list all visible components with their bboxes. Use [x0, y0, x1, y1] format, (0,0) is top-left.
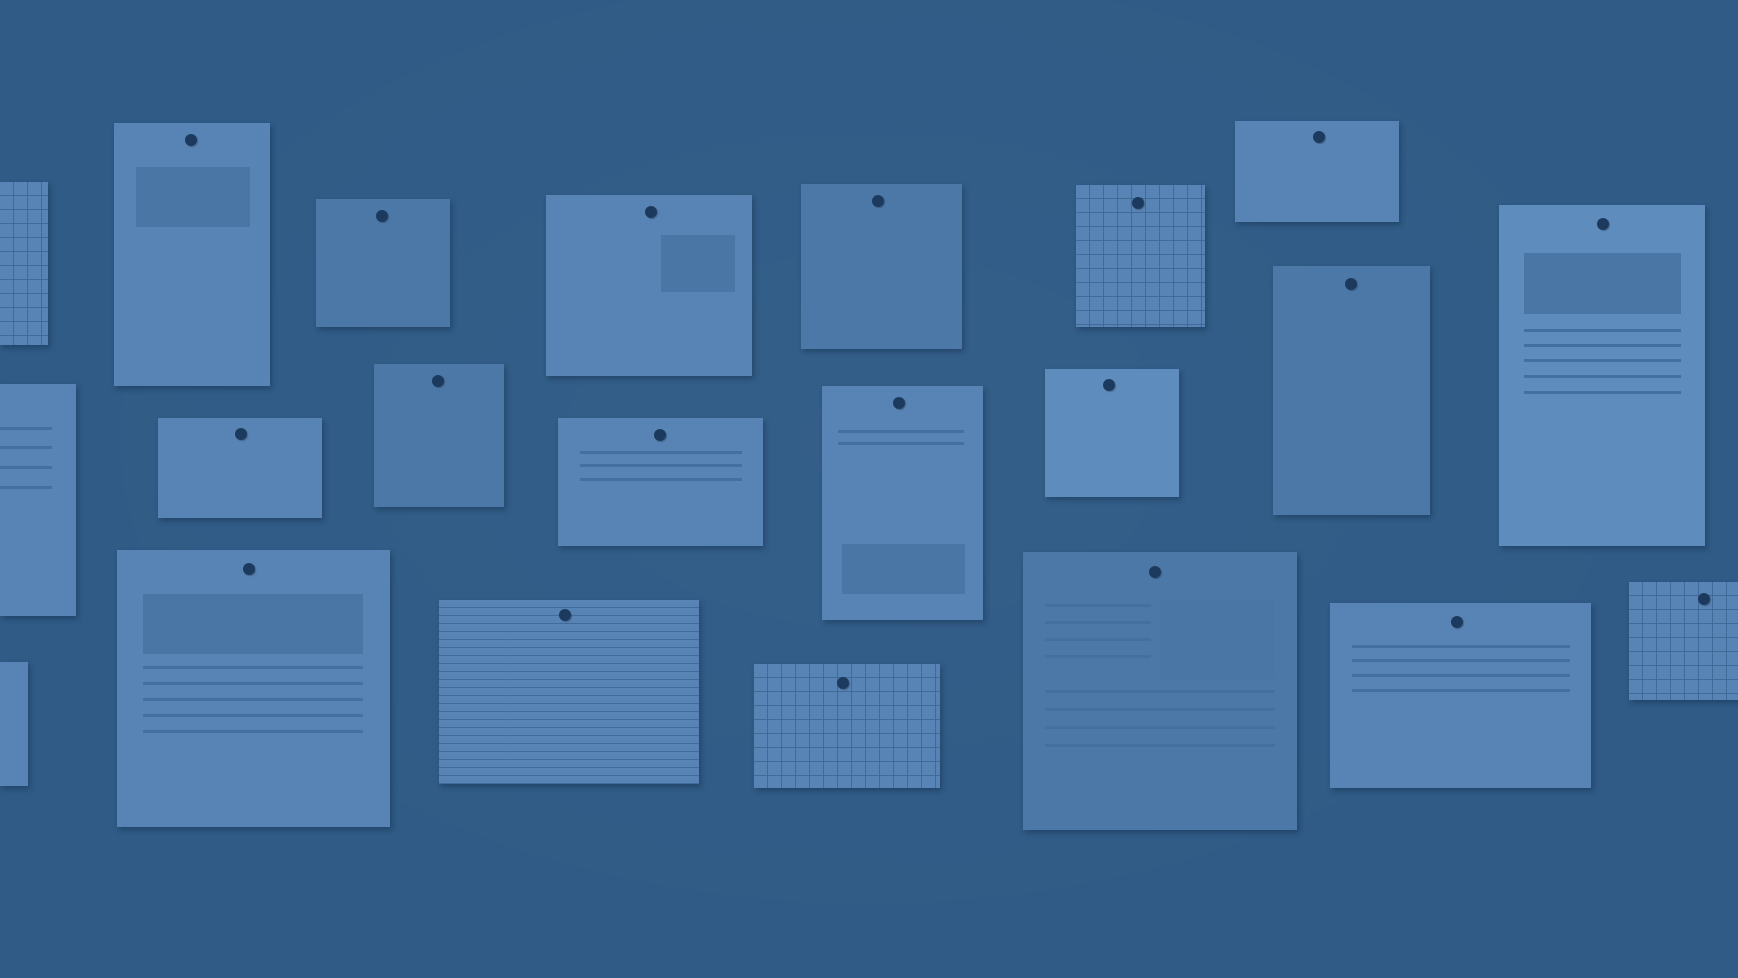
note-document-right — [1499, 205, 1705, 546]
pushpin-icon — [1149, 566, 1161, 578]
pushpin-icon — [243, 563, 255, 575]
pushpin-icon — [893, 397, 905, 409]
pushpin-icon — [432, 375, 444, 387]
note-plain-square — [801, 184, 962, 349]
pushpin-icon — [1132, 197, 1144, 209]
pushpin-icon — [645, 206, 657, 218]
pushpin-icon — [872, 195, 884, 207]
pushpin-icon — [1313, 131, 1325, 143]
pushpin-icon — [1345, 278, 1357, 290]
pushpin-icon — [185, 134, 197, 146]
pushpin-icon — [654, 429, 666, 441]
note-grid-right-edge — [1629, 582, 1738, 700]
note-document-dark — [1023, 552, 1297, 830]
pushpin-icon — [1451, 616, 1463, 628]
note-ruled-wide — [439, 600, 699, 784]
pushpin-icon — [1103, 379, 1115, 391]
note-four-lines — [1330, 603, 1591, 788]
pushpin-icon — [559, 609, 571, 621]
pinboard-background — [0, 0, 1738, 978]
pushpin-icon — [376, 210, 388, 222]
note-tall-block — [114, 123, 270, 386]
pushpin-icon — [1698, 593, 1710, 605]
pushpin-icon — [837, 677, 849, 689]
pushpin-icon — [1597, 218, 1609, 230]
note-square-block — [546, 195, 752, 376]
note-grid-left-edge — [0, 182, 48, 345]
note-document-large — [117, 550, 390, 827]
note-tall-lines-block — [822, 386, 983, 620]
pushpin-icon — [235, 428, 247, 440]
note-left-edge-small — [0, 662, 28, 786]
note-ruled-tall — [1273, 266, 1430, 515]
note-left-edge-lined — [0, 384, 76, 616]
